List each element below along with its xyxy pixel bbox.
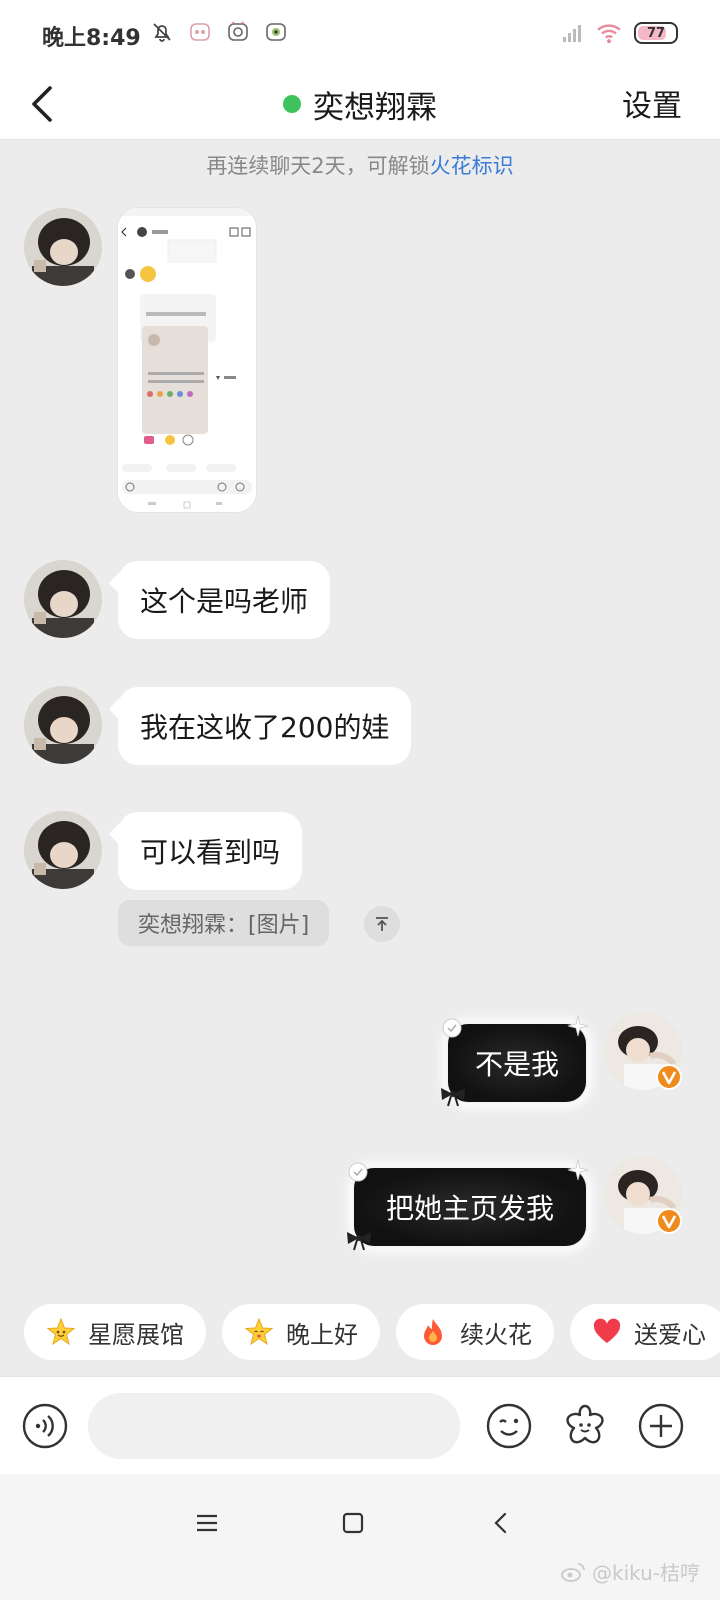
app-icon-3 (266, 23, 286, 41)
sparkle-icon (567, 1159, 589, 1181)
wifi-icon (597, 24, 621, 44)
message-bubble-in[interactable]: 这个是吗老师 (118, 561, 331, 639)
scroll-to-top-button[interactable] (364, 906, 400, 942)
battery-level: 77 (646, 25, 666, 41)
emoji-icon[interactable] (486, 1403, 532, 1449)
verified-badge-icon (656, 1064, 682, 1090)
avatar[interactable] (24, 208, 102, 286)
sparkle-icon (348, 1162, 368, 1182)
message-bubble-in[interactable]: 我在这收了200的娃 (118, 687, 412, 765)
chip-label: 星愿展馆 (88, 1320, 184, 1349)
menu-icon[interactable] (192, 1508, 222, 1538)
input-bar (0, 1376, 720, 1474)
fire-icon (424, 1319, 442, 1345)
home-icon[interactable] (338, 1508, 368, 1538)
message-text: 把她主页发我 (385, 1192, 554, 1225)
avatar-image (24, 811, 102, 889)
flower-icon[interactable] (562, 1403, 608, 1449)
sparkle-icon (442, 1018, 462, 1038)
notice-text: 再连续聊天2天，可解锁 (206, 154, 430, 178)
settings-button[interactable]: 设置 (622, 81, 682, 125)
star-face-icon (244, 1317, 274, 1346)
sparkle-icon (567, 1015, 589, 1037)
avatar-image (24, 686, 102, 764)
avatar[interactable] (24, 560, 102, 638)
weibo-icon (561, 1562, 585, 1582)
app-icon-1 (190, 23, 210, 41)
message-text: 这个是吗老师 (140, 585, 309, 618)
quick-chips: 星愿展馆 晚上好 续火花 送爱心 (24, 1304, 720, 1360)
system-nav-bar: @kiku-桔哼 (0, 1474, 720, 1600)
online-status-dot (283, 95, 301, 113)
chip-continue-fire[interactable]: 续火花 (396, 1304, 554, 1360)
message-text: 不是我 (474, 1048, 559, 1081)
system-notice: 再连续聊天2天，可解锁火花标识 (0, 150, 720, 180)
chip-label: 送爱心 (634, 1320, 706, 1349)
image-message[interactable] (118, 208, 256, 512)
message-bubble-in[interactable]: 可以看到吗 (118, 812, 303, 890)
avatar[interactable] (24, 811, 102, 889)
back-icon[interactable] (486, 1508, 516, 1538)
bow-icon (441, 1088, 465, 1107)
reply-quote[interactable]: 奕想翔霖：[图片] (118, 900, 330, 946)
chip-send-love[interactable]: 送爱心 (570, 1304, 720, 1360)
plus-icon[interactable] (638, 1403, 684, 1449)
heart-icon (593, 1318, 621, 1343)
watermark-text: @kiku-桔哼 (592, 1561, 700, 1585)
message-input[interactable] (88, 1393, 460, 1459)
watermark: @kiku-桔哼 (560, 1557, 700, 1586)
avatar-image (24, 560, 102, 638)
avatar-image (24, 208, 102, 286)
status-time: 晚上8:49 (42, 26, 141, 51)
quote-text: 奕想翔霖：[图片] (138, 913, 310, 938)
bell-off-icon (153, 23, 171, 42)
message-text: 可以看到吗 (140, 836, 281, 869)
status-icons-left (150, 20, 288, 44)
message-bubble-out[interactable]: 把她主页发我 (354, 1168, 586, 1246)
chat-screenshot-image (118, 208, 256, 512)
app-icon-2 (228, 21, 248, 41)
chip-star-gallery[interactable]: 星愿展馆 (24, 1304, 206, 1360)
status-right: 77 (560, 20, 678, 46)
battery-icon: 77 (634, 22, 678, 44)
bow-icon (347, 1232, 371, 1251)
chip-label: 续火花 (460, 1320, 532, 1349)
chip-label: 晚上好 (286, 1320, 358, 1349)
avatar[interactable] (24, 686, 102, 764)
notice-link[interactable]: 火花标识 (430, 154, 514, 178)
voice-icon[interactable] (22, 1403, 68, 1449)
scroll-to-top-icon (376, 917, 388, 931)
message-text: 我在这收了200的娃 (140, 711, 390, 744)
status-bar: 晚上8:49 77 (0, 0, 720, 68)
chat-header: 奕想翔霖 设置 (0, 68, 720, 140)
title-wrap: 奕想翔霖 (0, 78, 720, 130)
chat-title[interactable]: 奕想翔霖 (313, 82, 437, 127)
signal-icon (563, 25, 581, 42)
star-face-icon (46, 1317, 76, 1346)
chip-good-evening[interactable]: 晚上好 (222, 1304, 380, 1360)
verified-badge-icon (656, 1208, 682, 1234)
